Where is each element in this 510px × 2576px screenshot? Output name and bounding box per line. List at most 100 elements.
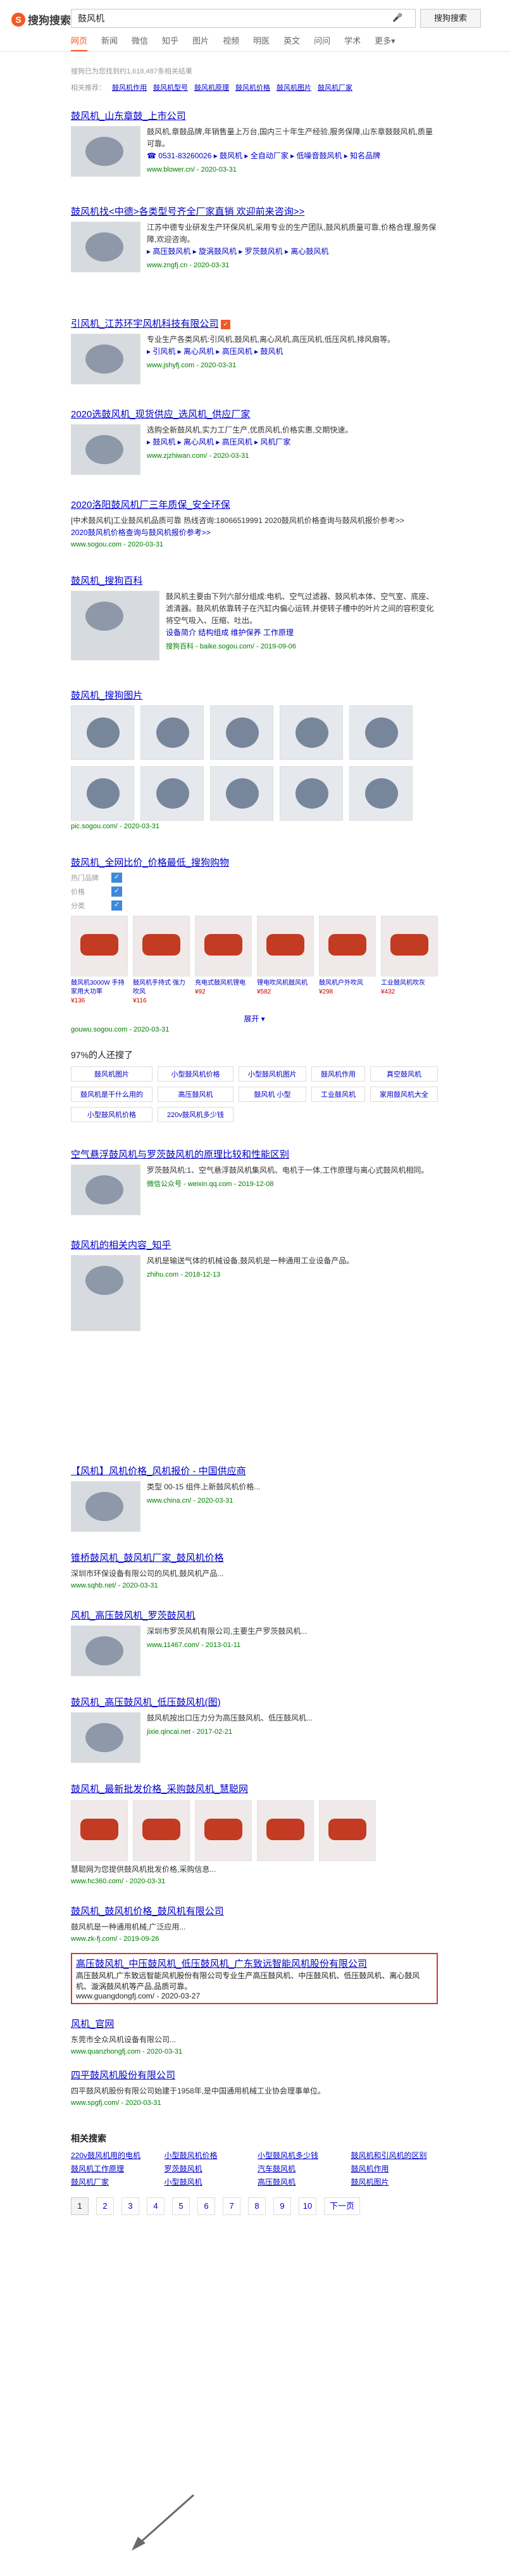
tab-more[interactable]: 更多▾ <box>375 34 395 51</box>
image-thumb[interactable] <box>210 766 273 821</box>
product-name[interactable]: 工业鼓风机吹灰 <box>381 979 438 988</box>
result-thumbnail[interactable] <box>71 1165 140 1215</box>
result-thumbnail[interactable] <box>71 1481 140 1532</box>
result-title-link[interactable]: 四平鼓风机股份有限公司 <box>71 2070 175 2081</box>
result-title-link[interactable]: 高压鼓风机_中压鼓风机_低压鼓风机_广东致远智能风机股份有限公司 <box>76 1959 367 1969</box>
result-title-link[interactable]: 鼓风机_最新批发价格_采购鼓风机_慧聪网 <box>71 1784 248 1795</box>
product-image[interactable] <box>257 1800 314 1861</box>
page-button[interactable]: 1 <box>71 2197 89 2215</box>
related-link[interactable]: 鼓风机作用 <box>112 82 147 92</box>
product-name[interactable]: 鼓风机手持式 强力吹风 <box>133 979 190 997</box>
image-thumb[interactable] <box>349 705 413 760</box>
related-link[interactable]: 小型鼓风机 <box>165 2176 252 2187</box>
image-thumb[interactable] <box>280 766 343 821</box>
result-thumbnail[interactable] <box>71 1626 140 1676</box>
search-tag[interactable]: 鼓风机图片 <box>71 1066 153 1082</box>
product-image[interactable] <box>133 916 190 976</box>
image-thumb[interactable] <box>210 705 273 760</box>
result-title-link[interactable]: 风机_官网 <box>71 2019 114 2030</box>
page-button[interactable]: 9 <box>273 2197 291 2215</box>
related-link[interactable]: 鼓风机工作原理 <box>71 2163 158 2174</box>
result-title-link[interactable]: 2020洛阳鼓风机厂三年质保_安全环保 <box>71 500 230 510</box>
result-sitelinks[interactable]: ▸ 鼓风机 ▸ 离心风机 ▸ 高压风机 ▸ 风机厂家 <box>147 436 352 448</box>
related-link[interactable]: 小型鼓风机价格 <box>165 2150 252 2161</box>
image-thumb[interactable] <box>71 766 134 821</box>
related-link[interactable]: 220v鼓风机用的电机 <box>71 2150 158 2161</box>
image-thumb[interactable] <box>140 766 204 821</box>
related-link[interactable]: 小型鼓风机多少钱 <box>258 2150 345 2161</box>
result-sitelinks[interactable]: ▸ 引风机 ▸ 离心风机 ▸ 高压风机 ▸ 鼓风机 <box>147 346 395 358</box>
page-button[interactable]: 4 <box>147 2197 165 2215</box>
result-title-link[interactable]: 鼓风机_高压鼓风机_低压鼓风机(图) <box>71 1697 221 1708</box>
tab-video[interactable]: 视频 <box>223 34 239 51</box>
result-title-link[interactable]: 2020选鼓风机_现货供应_选风机_供应厂家 <box>71 409 250 420</box>
page-button[interactable]: 6 <box>197 2197 215 2215</box>
tab-wechat[interactable]: 微信 <box>132 34 148 51</box>
shopping-item[interactable]: 充电式鼓风机锂电 ¥92 <box>195 916 252 1006</box>
tab-zhihu[interactable]: 知乎 <box>162 34 178 51</box>
result-sitelinks[interactable]: ☎ 0531-83260026 ▸ 鼓风机 ▸ 全自动厂家 ▸ 低噪音鼓风机 ▸… <box>147 150 438 162</box>
result-title-link[interactable]: 【风机】风机价格_风机报价 - 中国供应商 <box>71 1466 246 1477</box>
product-image[interactable] <box>71 1800 128 1861</box>
result-sitelinks[interactable]: 设备简介 结构组成 维护保养 工作原理 <box>166 627 438 639</box>
product-image[interactable] <box>381 916 438 976</box>
result-title-link[interactable]: 风机_高压鼓风机_罗茨鼓风机 <box>71 1610 196 1621</box>
result-thumbnail[interactable] <box>71 126 140 177</box>
search-tag[interactable]: 高压鼓风机 <box>158 1087 233 1102</box>
related-link[interactable]: 鼓风机作用 <box>351 2163 438 2174</box>
related-link[interactable]: 鼓风机价格 <box>235 82 270 92</box>
related-link[interactable]: 鼓风机原理 <box>194 82 229 92</box>
result-title-link[interactable]: 鼓风机_全网比价_价格最低_搜狗购物 <box>71 857 229 868</box>
result-thumbnail[interactable] <box>71 334 140 384</box>
result-thumbnail[interactable] <box>71 424 140 475</box>
search-tag[interactable]: 鼓风机是干什么用的 <box>71 1087 153 1102</box>
shopping-item[interactable]: 鼓风机手持式 强力吹风 ¥116 <box>133 916 190 1006</box>
product-name[interactable]: 鼓风机户外吹风 <box>319 979 376 988</box>
product-image[interactable] <box>195 916 252 976</box>
related-link[interactable]: 汽车鼓风机 <box>258 2163 345 2174</box>
product-name[interactable]: 鼓风机3000W 手持家用大功率 <box>71 979 128 997</box>
related-link[interactable]: 鼓风机厂家 <box>71 2176 158 2187</box>
logo[interactable]: S 搜狗搜索 <box>11 11 71 27</box>
search-tag[interactable]: 小型鼓风机图片 <box>238 1066 306 1082</box>
search-input[interactable]: 鼓风机 <box>71 9 416 28</box>
result-title-link[interactable]: 鼓风机_搜狗百科 <box>71 576 142 586</box>
tab-english[interactable]: 英文 <box>283 34 300 51</box>
product-image[interactable] <box>257 916 314 976</box>
image-thumb[interactable] <box>349 766 413 821</box>
product-image[interactable] <box>319 916 376 976</box>
product-name[interactable]: 充电式鼓风机锂电 <box>195 979 252 988</box>
next-page-button[interactable]: 下一页 <box>324 2197 361 2215</box>
page-button[interactable]: 8 <box>248 2197 266 2215</box>
tab-news[interactable]: 新闻 <box>101 34 118 51</box>
search-tag[interactable]: 小型鼓风机价格 <box>158 1066 233 1082</box>
result-thumbnail[interactable] <box>71 1255 140 1331</box>
product-image[interactable] <box>319 1800 376 1861</box>
search-tag[interactable]: 工业鼓风机 <box>311 1087 365 1102</box>
shopping-item[interactable]: 鼓风机户外吹风 ¥298 <box>319 916 376 1006</box>
result-title-link[interactable]: 引风机_江苏环宇风机科技有限公司 <box>71 319 218 329</box>
search-button[interactable]: 搜狗搜索 <box>420 9 481 28</box>
image-thumb[interactable] <box>71 705 134 760</box>
shopping-item[interactable]: 锂电吹风机鼓风机 ¥582 <box>257 916 314 1006</box>
voice-search-icon[interactable]: 🎤 <box>392 13 402 23</box>
shopping-item[interactable]: 工业鼓风机吹灰 ¥432 <box>381 916 438 1006</box>
related-link[interactable]: 鼓风机厂家 <box>318 82 352 92</box>
search-tag[interactable]: 家用鼓风机大全 <box>370 1087 438 1102</box>
result-title-link[interactable]: 鼓风机找<中德>各类型号齐全厂家直销 欢迎前来咨询>> <box>71 206 304 217</box>
page-button[interactable]: 2 <box>96 2197 114 2215</box>
result-thumbnail[interactable] <box>71 1712 140 1763</box>
result-sitelinks[interactable]: ▸ 高压鼓风机 ▸ 旋涡鼓风机 ▸ 罗茨鼓风机 ▸ 离心鼓风机 <box>147 246 438 258</box>
tab-medical[interactable]: 明医 <box>253 34 270 51</box>
search-tag[interactable]: 真空鼓风机 <box>370 1066 438 1082</box>
image-thumb[interactable] <box>280 705 343 760</box>
result-title-link[interactable]: 鼓风机_搜狗图片 <box>71 690 142 701</box>
tab-academic[interactable]: 学术 <box>344 34 361 51</box>
product-image[interactable] <box>195 1800 252 1861</box>
result-title-link[interactable]: 鼓风机的相关内容_知乎 <box>71 1240 171 1251</box>
tab-images[interactable]: 图片 <box>192 34 209 51</box>
result-thumbnail[interactable] <box>71 591 159 660</box>
page-button[interactable]: 7 <box>223 2197 240 2215</box>
tab-qa[interactable]: 问问 <box>314 34 330 51</box>
result-extra[interactable]: 2020鼓风机价格查询与鼓风机报价参考>> <box>71 527 438 539</box>
